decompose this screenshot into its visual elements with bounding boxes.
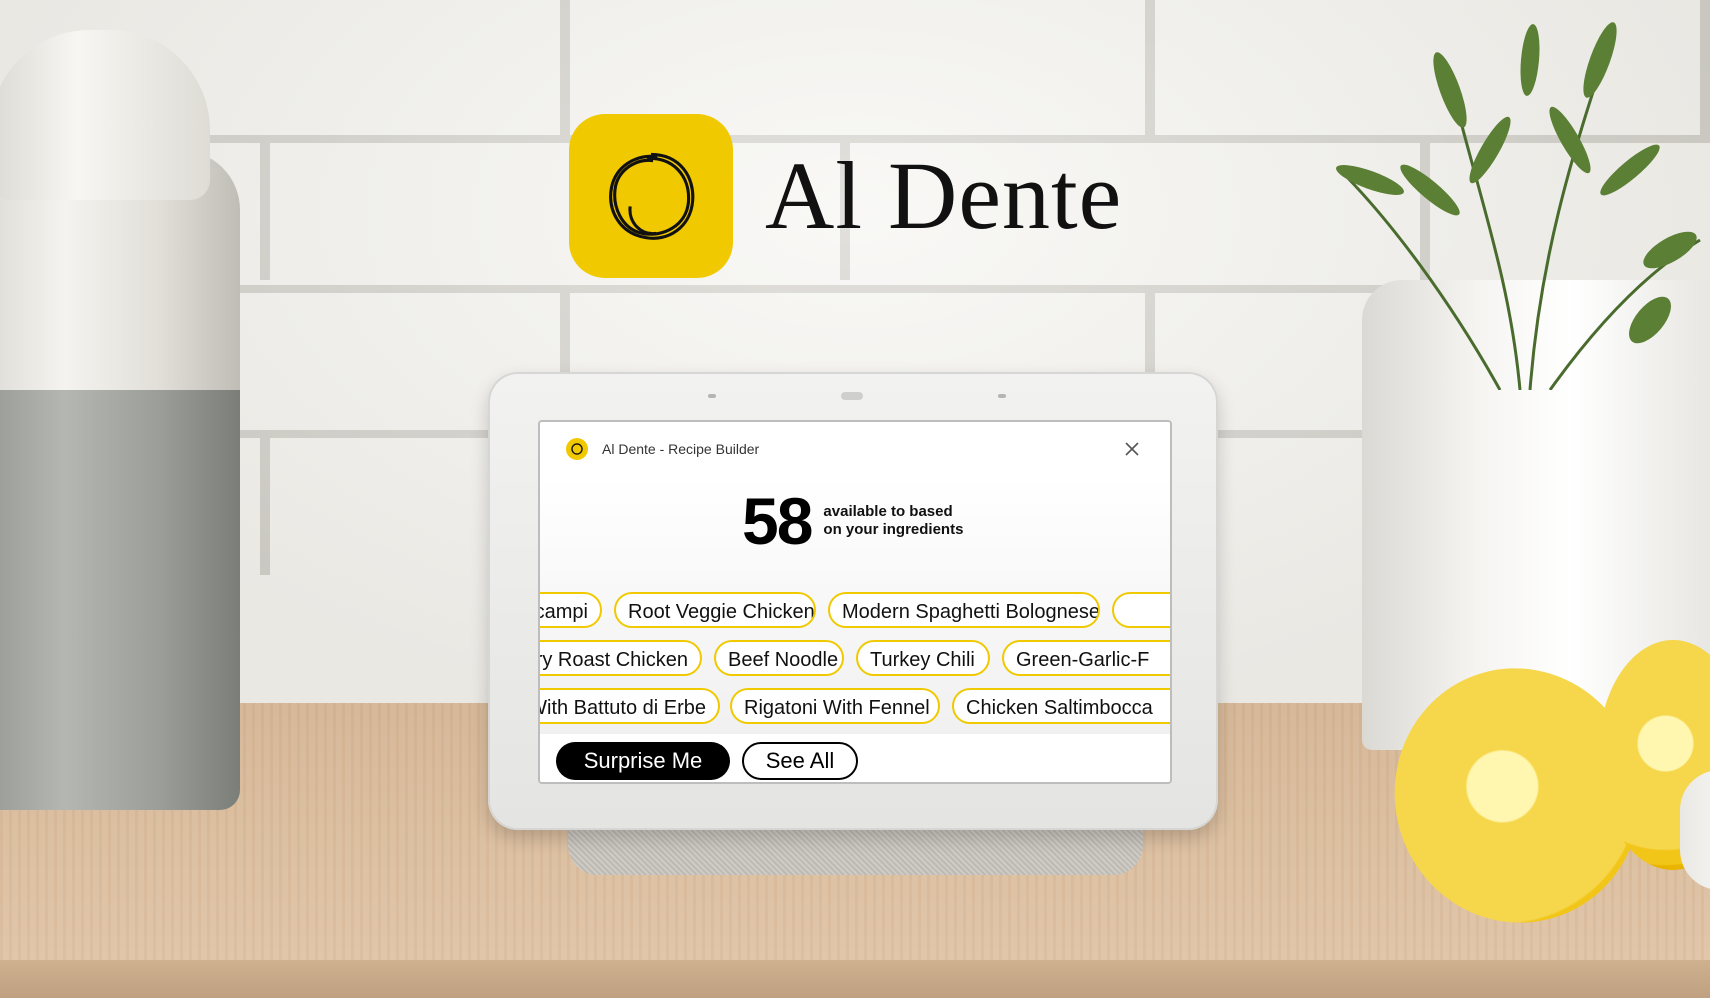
brand-logo-icon — [569, 114, 733, 278]
recipe-chip[interactable]: Modern Spaghetti Bolognese — [828, 592, 1100, 628]
ambient-sensor — [708, 394, 716, 398]
window-titlebar: Al Dente - Recipe Builder — [540, 422, 1170, 476]
recipe-chip-row: ery Roast Chicken Beef Noodle Turkey Chi… — [540, 640, 1170, 680]
recipe-chip[interactable]: ery Roast Chicken — [540, 640, 702, 676]
recipe-chip[interactable]: Root Veggie Chicken — [614, 592, 816, 628]
action-bar: Surprise Me See All — [540, 734, 1170, 782]
close-icon — [1125, 442, 1139, 456]
scribble-circle-icon — [609, 152, 695, 240]
recipe-builder-content: 58 available to based on your ingredient… — [540, 476, 1170, 782]
recipe-chip[interactable]: Green-Garlic-F — [1002, 640, 1170, 676]
count-description: available to based on your ingredients — [823, 503, 963, 539]
device-sensor-bar — [841, 392, 863, 400]
recipe-chip[interactable]: With Battuto di Erbe — [540, 688, 720, 724]
brand-header: Al Dente — [569, 114, 1122, 278]
recipe-chip-row: campi Root Veggie Chicken Modern Spaghet… — [540, 592, 1170, 632]
ceramic-jar-glaze — [0, 390, 240, 810]
recipe-chip[interactable] — [1112, 592, 1170, 628]
recipe-chip[interactable]: Beef Noodle — [714, 640, 844, 676]
see-all-button[interactable]: See All — [742, 742, 858, 780]
recipe-chip[interactable]: Rigatoni With Fennel — [730, 688, 940, 724]
brand-name: Al Dente — [765, 142, 1123, 249]
app-window: Al Dente - Recipe Builder 58 available t… — [538, 420, 1172, 784]
surprise-me-button[interactable]: Surprise Me — [556, 742, 730, 780]
scribble-circle-icon — [571, 443, 583, 455]
count-description-line: on your ingredients — [823, 521, 964, 538]
recipe-count: 58 — [742, 484, 813, 558]
recipe-chip-row: With Battuto di Erbe Rigatoni With Fenne… — [540, 688, 1170, 728]
recipe-chip[interactable]: campi — [540, 592, 602, 628]
counter-edge — [0, 960, 1710, 998]
recipe-chip[interactable]: Chicken Saltimbocca — [952, 688, 1170, 724]
available-count: 58 available to based on your ingredient… — [742, 488, 963, 554]
close-button[interactable] — [1120, 437, 1144, 461]
app-logo-icon — [566, 438, 588, 460]
window-title: Al Dente - Recipe Builder — [602, 441, 760, 457]
ambient-sensor — [998, 394, 1006, 398]
herb-plant — [1336, 22, 1701, 390]
count-description-line: available to based — [823, 503, 953, 520]
recipe-chip[interactable]: Turkey Chili — [856, 640, 990, 676]
